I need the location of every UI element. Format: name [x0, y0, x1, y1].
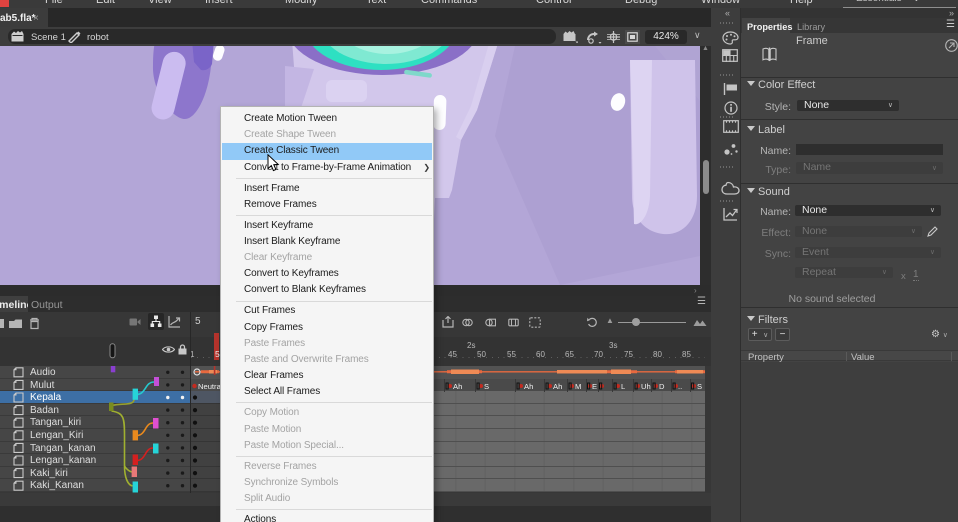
svg-text:Ah: Ah — [524, 382, 533, 391]
svg-text:..: .. — [678, 382, 682, 391]
svg-text:Ah: Ah — [553, 382, 562, 391]
svg-text:E: E — [592, 382, 597, 391]
svg-text:S: S — [697, 382, 702, 391]
svg-text:M: M — [575, 382, 581, 391]
svg-text:L: L — [621, 382, 625, 391]
svg-text:D: D — [659, 382, 665, 391]
svg-text:Ah: Ah — [453, 382, 462, 391]
svg-text:Uh: Uh — [641, 382, 651, 391]
svg-text:S: S — [484, 382, 489, 391]
